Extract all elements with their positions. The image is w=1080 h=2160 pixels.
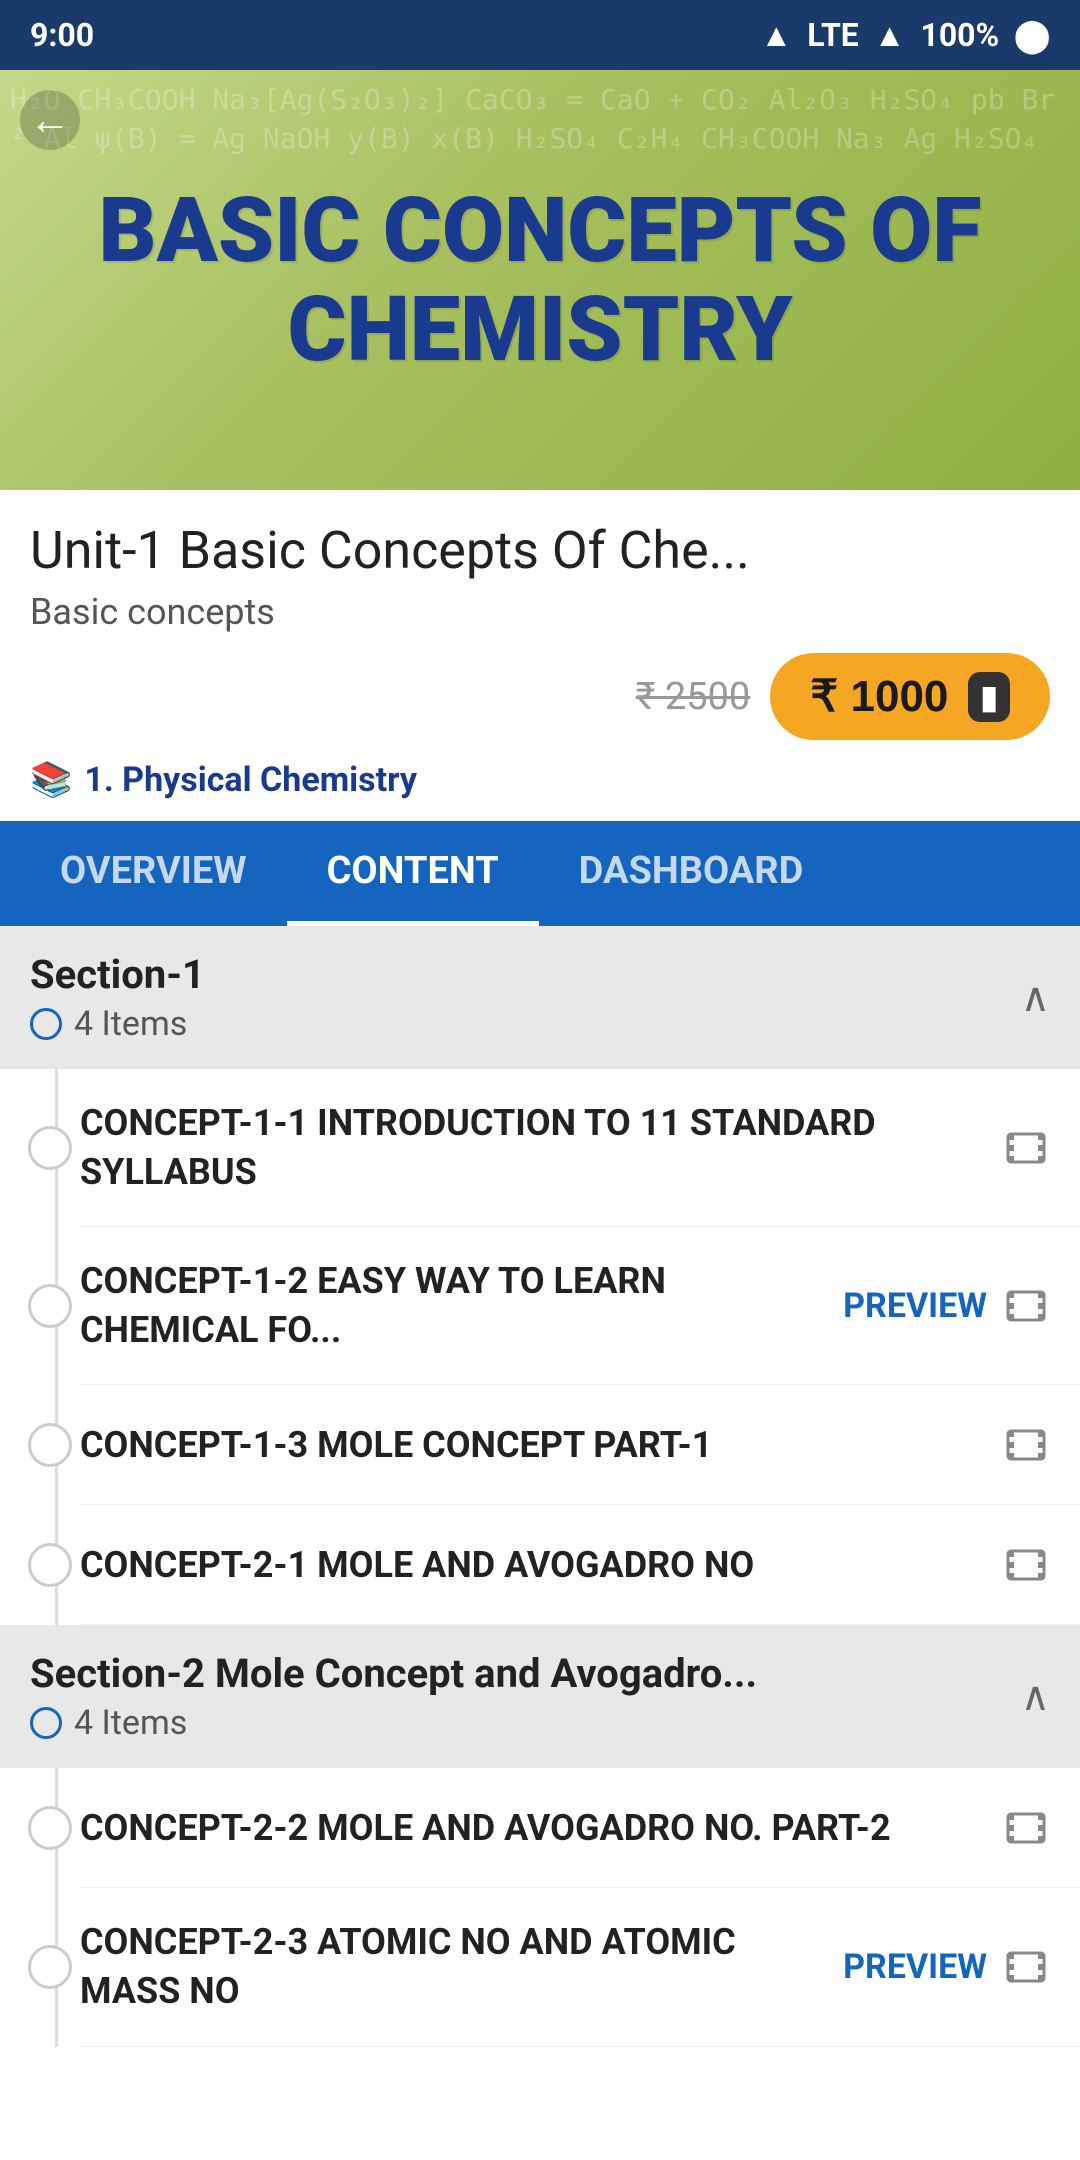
video-icon xyxy=(1002,1421,1050,1469)
item-text: CONCEPT-1-3 MOLE CONCEPT PART-1 xyxy=(80,1421,1002,1470)
list-item[interactable]: CONCEPT-2-1 MOLE AND AVOGADRO NO xyxy=(80,1505,1080,1625)
section-2-header[interactable]: Section-2 Mole Concept and Avogadro... 4… xyxy=(0,1625,1080,1768)
status-bar: 9:00 ▲ LTE ▲ 100% ⬤ xyxy=(0,0,1080,70)
tab-bar: OVERVIEW CONTENT DASHBOARD xyxy=(0,821,1080,926)
item-text: CONCEPT-2-3 ATOMIC NO AND ATOMIC MASS NO xyxy=(80,1918,843,2015)
list-item[interactable]: CONCEPT-2-2 MOLE AND AVOGADRO NO. PART-2 xyxy=(80,1768,1080,1888)
section-1-title: Section-1 xyxy=(30,951,205,998)
timeline-dot xyxy=(28,1126,72,1170)
section-1-count: 4 Items xyxy=(74,1004,187,1044)
tab-overview[interactable]: OVERVIEW xyxy=(20,821,287,926)
content-list: Section-1 4 Items ∧ CONCEPT-1-1 INTRODUC… xyxy=(0,926,1080,2047)
battery-icon: ⬤ xyxy=(1014,16,1050,54)
video-icon xyxy=(1002,1124,1050,1172)
section-1-header[interactable]: Section-1 4 Items ∧ xyxy=(0,926,1080,1069)
course-title: Unit-1 Basic Concepts Of Che... xyxy=(30,520,1050,581)
video-icon xyxy=(1002,1282,1050,1330)
timeline-dot xyxy=(28,1284,72,1328)
section-1-chevron-icon: ∧ xyxy=(1021,974,1050,1021)
section-1-circle-icon xyxy=(30,1008,62,1040)
section-2-count: 4 Items xyxy=(74,1703,187,1743)
tab-dashboard[interactable]: DASHBOARD xyxy=(539,821,844,926)
timeline-dot xyxy=(28,1806,72,1850)
course-info-section: Unit-1 Basic Concepts Of Che... Basic co… xyxy=(0,490,1080,821)
item-text: CONCEPT-1-1 INTRODUCTION TO 11 STANDARD … xyxy=(80,1099,1002,1196)
timeline-dot xyxy=(28,1945,72,1989)
book-icon: 📚 xyxy=(30,760,72,800)
time-display: 9:00 xyxy=(30,16,94,54)
section-2-circle-icon xyxy=(30,1707,62,1739)
item-text: CONCEPT-1-2 EASY WAY TO LEARN CHEMICAL F… xyxy=(80,1257,843,1354)
course-subtitle: Basic concepts xyxy=(30,591,1050,633)
course-category: 📚 1. Physical Chemistry xyxy=(30,760,1050,800)
preview-badge[interactable]: PREVIEW xyxy=(843,1286,987,1326)
network-icon: ▲ xyxy=(874,16,906,54)
course-banner: H₂O CH₃COOH Na₃[Ag(S₂O₃)₂] CaCO₃ = CaO +… xyxy=(0,70,1080,490)
section-2-items: CONCEPT-2-2 MOLE AND AVOGADRO NO. PART-2… xyxy=(0,1768,1080,2046)
wifi-icon: ▲ xyxy=(761,16,793,54)
buy-button[interactable]: ₹ 1000 ▮ xyxy=(770,653,1050,740)
status-indicators: ▲ LTE ▲ 100% ⬤ xyxy=(761,16,1050,54)
price-row: ₹ 2500 ₹ 1000 ▮ xyxy=(30,653,1050,740)
banner-title: BASIC CONCEPTS OF CHEMISTRY xyxy=(0,161,1080,399)
list-item[interactable]: CONCEPT-1-3 MOLE CONCEPT PART-1 xyxy=(80,1385,1080,1505)
timeline-dot xyxy=(28,1423,72,1467)
battery-display: 100% xyxy=(920,16,999,54)
list-item[interactable]: CONCEPT-2-3 ATOMIC NO AND ATOMIC MASS NO… xyxy=(80,1888,1080,2046)
back-button[interactable]: ← xyxy=(20,90,80,150)
video-icon xyxy=(1002,1943,1050,1991)
category-label: 1. Physical Chemistry xyxy=(84,760,417,800)
original-price: ₹ 2500 xyxy=(636,675,751,719)
section-2-chevron-icon: ∧ xyxy=(1021,1673,1050,1720)
list-item[interactable]: CONCEPT-1-1 INTRODUCTION TO 11 STANDARD … xyxy=(80,1069,1080,1227)
video-icon xyxy=(1002,1541,1050,1589)
tab-content[interactable]: CONTENT xyxy=(287,821,539,926)
list-item[interactable]: CONCEPT-1-2 EASY WAY TO LEARN CHEMICAL F… xyxy=(80,1227,1080,1385)
signal-icon: LTE xyxy=(807,16,859,54)
timeline-dot xyxy=(28,1543,72,1587)
card-icon: ▮ xyxy=(968,672,1010,722)
video-icon xyxy=(1002,1804,1050,1852)
item-text: CONCEPT-2-2 MOLE AND AVOGADRO NO. PART-2 xyxy=(80,1804,1002,1853)
section-2-title: Section-2 Mole Concept and Avogadro... xyxy=(30,1650,757,1697)
item-text: CONCEPT-2-1 MOLE AND AVOGADRO NO xyxy=(80,1541,1002,1590)
section-1-items: CONCEPT-1-1 INTRODUCTION TO 11 STANDARD … xyxy=(0,1069,1080,1625)
current-price: ₹ 1000 xyxy=(810,671,948,722)
preview-badge[interactable]: PREVIEW xyxy=(843,1947,987,1987)
